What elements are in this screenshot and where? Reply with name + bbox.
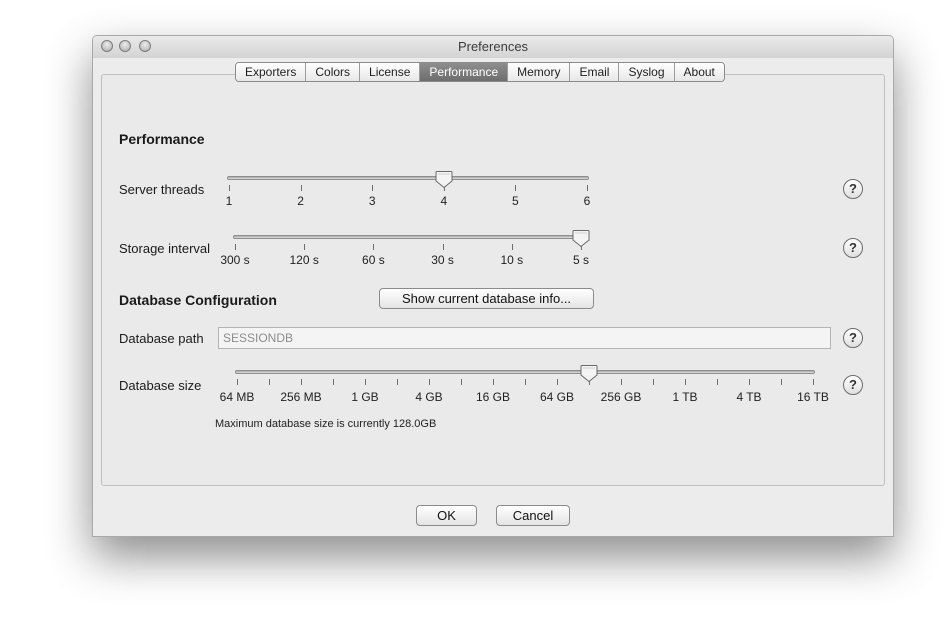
slider-tick: [429, 379, 430, 385]
slider-tick-label: 64 MB: [219, 390, 255, 404]
tab-colors[interactable]: Colors: [306, 63, 361, 81]
slider-tick-label: 3: [368, 194, 376, 208]
slider-tick-label: 10 s: [500, 253, 524, 267]
slider-tick: [587, 185, 588, 191]
slider-tick: [300, 185, 302, 191]
database-section-title: Database Configuration: [119, 292, 277, 308]
slider-tick: [304, 244, 306, 250]
slider-tick-label: 120 s: [289, 253, 319, 267]
help-icon[interactable]: ?: [843, 328, 863, 348]
database-path-field[interactable]: SESSIONDB: [218, 327, 831, 349]
slider-tick-label: 30 s: [431, 253, 454, 267]
slider-tick-label: 4: [440, 194, 448, 208]
show-database-info-button[interactable]: Show current database info...: [379, 288, 594, 309]
slider-tick: [269, 379, 270, 385]
tab-bar: Exporters Colors License Performance Memory E…: [235, 62, 725, 82]
database-size-label: Database size: [119, 378, 202, 393]
slider-tick: [557, 379, 558, 385]
tab-syslog[interactable]: Syslog: [619, 63, 675, 81]
slider-tick-label: 1 TB: [672, 390, 698, 404]
slider-tick-label: 4 GB: [415, 390, 443, 404]
slider-tick-label: 60 s: [362, 253, 385, 267]
storage-interval-label: Storage interval: [119, 241, 211, 256]
slider-thumb-icon[interactable]: [580, 364, 598, 383]
slider-tick: [237, 379, 238, 385]
slider-track[interactable]: [235, 370, 815, 374]
slider-tick-label: 256 MB: [280, 390, 322, 404]
slider-tick: [301, 379, 302, 385]
slider-thumb-icon[interactable]: [435, 170, 453, 189]
title-bar[interactable]: Preferences: [93, 36, 893, 58]
slider-tick: [515, 185, 517, 191]
slider-tick: [749, 379, 750, 385]
slider-tick-label: 1 GB: [351, 390, 379, 404]
slider-track[interactable]: [227, 176, 589, 180]
window-title: Preferences: [457, 39, 529, 54]
server-threads-label: Server threads: [119, 182, 205, 197]
slider-tick: [442, 244, 444, 250]
slider-tick: [511, 244, 513, 250]
slider-tick: [525, 379, 526, 385]
cancel-button[interactable]: Cancel: [496, 505, 570, 526]
help-icon[interactable]: ?: [843, 179, 863, 199]
slider-tick: [372, 185, 374, 191]
tab-about[interactable]: About: [674, 63, 724, 81]
slider-tick: [229, 185, 230, 191]
slider-tick: [653, 379, 654, 385]
slider-tick-label: 1: [225, 194, 233, 208]
help-icon[interactable]: ?: [843, 238, 863, 258]
slider-tick-label: 5: [512, 194, 519, 208]
slider-tick: [813, 379, 814, 385]
slider-tick: [365, 379, 366, 385]
tab-email[interactable]: Email: [570, 63, 620, 81]
slider-tick: [493, 379, 494, 385]
slider-tick-label: 4 TB: [736, 390, 762, 404]
slider-tick-label: 2: [297, 194, 304, 208]
slider-tick-label: 64 GB: [539, 390, 575, 404]
slider-tick: [373, 244, 375, 250]
performance-section-title: Performance: [119, 131, 205, 147]
slider-tick: [717, 379, 718, 385]
slider-tick: [621, 379, 622, 385]
slider-tick: [333, 379, 334, 385]
slider-tick: [397, 379, 398, 385]
tab-exporters[interactable]: Exporters: [236, 63, 307, 81]
ok-button[interactable]: OK: [416, 505, 477, 526]
help-icon[interactable]: ?: [843, 375, 863, 395]
preferences-window: Preferences Exporters Colors License Perfor…: [92, 35, 894, 537]
slider-tick: [461, 379, 462, 385]
database-size-note: Maximum database size is currently 128.0…: [215, 418, 437, 430]
slider-tick-label: 16 TB: [797, 390, 829, 404]
tab-memory[interactable]: Memory: [508, 63, 571, 81]
slider-tick: [781, 379, 782, 385]
slider-tick-label: 6: [583, 194, 591, 208]
tab-license[interactable]: License: [360, 63, 421, 81]
slider-tick-label: 16 GB: [475, 390, 511, 404]
slider-tick: [685, 379, 686, 385]
slider-thumb-icon[interactable]: [572, 229, 590, 248]
database-path-label: Database path: [119, 331, 204, 346]
slider-tick: [235, 244, 236, 250]
slider-tick-label: 5 s: [572, 253, 590, 267]
slider-tick-label: 300 s: [220, 253, 250, 267]
slider-tick-label: 256 GB: [600, 390, 642, 404]
tab-performance[interactable]: Performance: [420, 63, 509, 81]
slider-track[interactable]: [233, 235, 583, 239]
